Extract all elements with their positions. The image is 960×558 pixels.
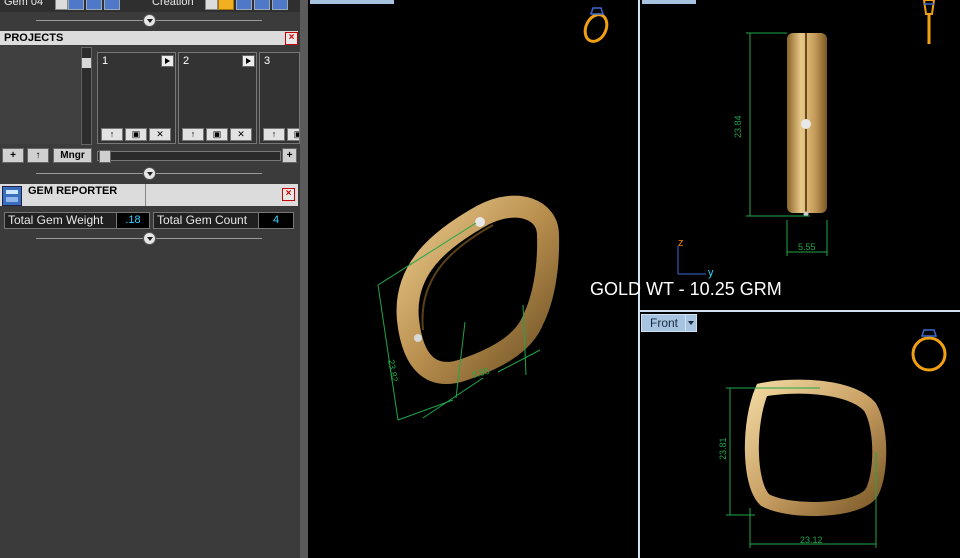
pen-view-icon[interactable] (922, 0, 936, 44)
projects-scrollbar[interactable] (81, 47, 92, 145)
projects-header: PROJECTS (0, 31, 298, 45)
slot-number: 3 (264, 55, 271, 67)
projects-preview-area (0, 46, 80, 144)
tool-icon-g[interactable] (272, 0, 288, 10)
project-slot-2[interactable]: 2 ↑ ▣ ✕ (178, 52, 257, 144)
tool-icon-a[interactable] (68, 0, 84, 10)
gem-reporter-icon (2, 186, 22, 206)
collapse-toggle-icon[interactable] (143, 167, 156, 180)
projects-close-icon[interactable]: × (285, 32, 298, 45)
tool-icon-e[interactable] (236, 0, 252, 10)
add-project-button[interactable]: + (2, 148, 24, 163)
perspective-dim-a: 23.82 (386, 359, 400, 383)
slot-up-button[interactable]: ↑ (182, 128, 204, 141)
project-slot-1[interactable]: 1 ↑ ▣ ✕ (97, 52, 176, 144)
axis-indicator-icon (677, 246, 706, 275)
ring-model-side[interactable] (787, 33, 827, 217)
top-toolbar-strip: Gem 04 Creation (0, 0, 300, 12)
slot-delete-button[interactable]: ✕ (230, 128, 252, 141)
total-gem-count-value: 4 (258, 212, 294, 229)
tool-icon-d[interactable] (218, 0, 234, 10)
tool-icon-c[interactable] (104, 0, 120, 10)
gem-reporter-title: GEM REPORTER (28, 185, 118, 197)
play-icon[interactable] (242, 55, 255, 67)
total-gem-weight-value: .18 (116, 212, 150, 229)
play-icon[interactable] (205, 0, 218, 10)
scrollbar-thumb[interactable] (82, 58, 91, 68)
slot-up-button[interactable]: ↑ (263, 128, 285, 141)
ring-model-perspective[interactable] (396, 195, 560, 384)
slot-number: 1 (102, 55, 109, 67)
collapse-toggle-icon[interactable] (143, 14, 156, 27)
play-icon[interactable] (55, 0, 68, 10)
zoom-slider[interactable] (97, 150, 281, 163)
header-divider (145, 184, 146, 206)
slot-save-button[interactable]: ▣ (125, 128, 147, 141)
axis-y-label: y (708, 267, 714, 279)
gem-reporter-close-icon[interactable]: × (282, 188, 295, 201)
total-gem-count-label: Total Gem Count (153, 212, 259, 229)
slot-number: 2 (183, 55, 190, 67)
slot-up-button[interactable]: ↑ (101, 128, 123, 141)
gold-weight-annotation: GOLD WT - 10.25 GRM (590, 279, 782, 299)
collapse-toggle-icon[interactable] (143, 232, 156, 245)
slot-save-button[interactable]: ▣ (287, 128, 299, 141)
gem-tab-label[interactable]: Gem 04 (4, 0, 43, 8)
slot-save-button[interactable]: ▣ (206, 128, 228, 141)
creation-tab-label[interactable]: Creation (152, 0, 194, 8)
manager-button[interactable]: Mngr (53, 148, 92, 163)
side-dim-width: 5.55 (798, 242, 816, 252)
front-viewport[interactable]: 23.81 23.12 (640, 312, 960, 558)
projects-title: PROJECTS (4, 32, 64, 44)
slot-delete-button[interactable]: ✕ (149, 128, 171, 141)
slider-handle[interactable] (99, 150, 111, 163)
tool-icon-b[interactable] (86, 0, 102, 10)
panel-divider[interactable] (300, 0, 308, 558)
move-up-button[interactable]: ↑ (27, 148, 49, 163)
axis-z-label: z (678, 237, 684, 249)
play-icon[interactable] (161, 55, 174, 67)
tool-icon-f[interactable] (254, 0, 270, 10)
zoom-plus-button[interactable]: + (282, 148, 297, 163)
project-slot-3[interactable]: 3 ↑ ▣ (259, 52, 300, 144)
perspective-viewport[interactable]: 23.82 5.55 (308, 0, 638, 558)
side-dim-height: 23.84 (733, 115, 743, 138)
ring-view-icon[interactable] (581, 7, 611, 45)
total-gem-weight-label: Total Gem Weight (4, 212, 117, 229)
front-dim-height: 23.81 (718, 437, 728, 460)
side-viewport[interactable]: 23.84 5.55 z y (640, 0, 960, 310)
ring-view-icon[interactable] (911, 329, 947, 372)
front-dim-width: 23.12 (800, 535, 823, 545)
left-panel: Gem 04 Creation PROJECTS × 1 ↑ ▣ ✕ 2 ↑ ▣… (0, 0, 300, 558)
ring-model-front[interactable] (744, 379, 887, 517)
gem-reporter-header: GEM REPORTER (0, 184, 298, 206)
